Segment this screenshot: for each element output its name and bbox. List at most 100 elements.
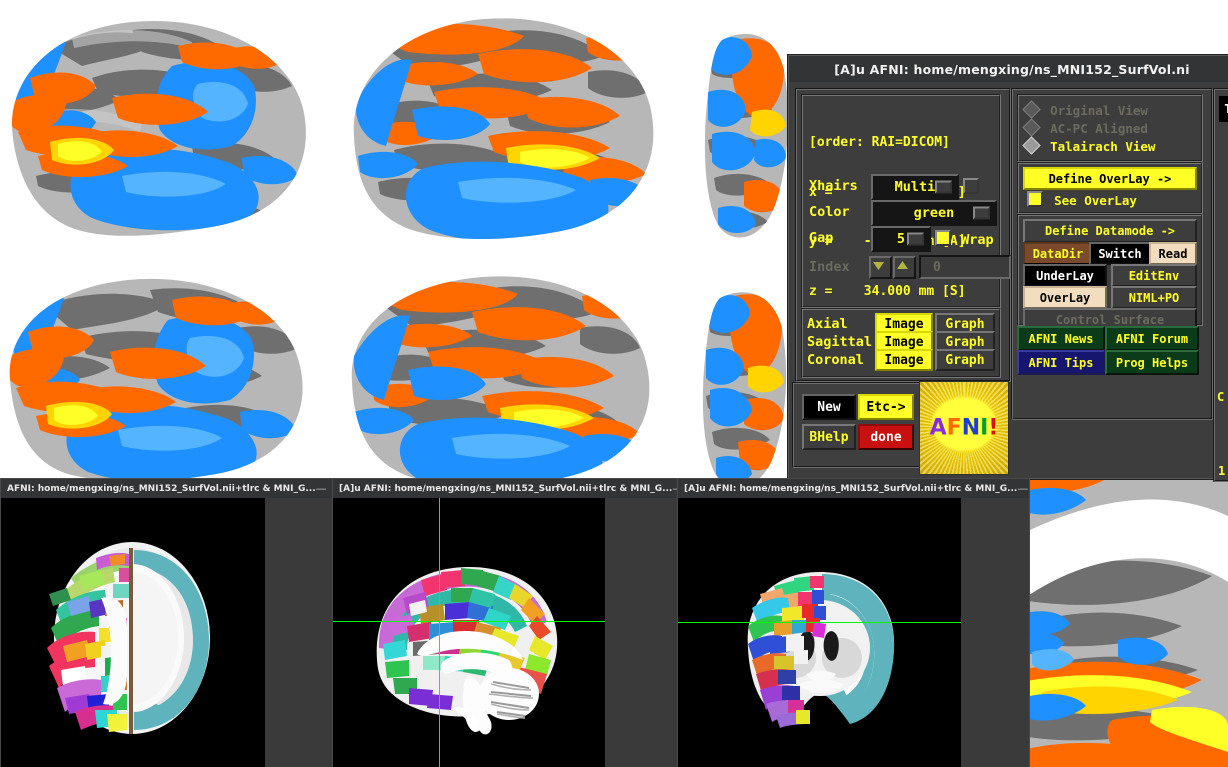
axial-title-text: AFNI: home/mengxing/ns_MNI152_SurfVol.ni… <box>7 483 316 494</box>
axial-window-buttons[interactable]: — ✕ <box>316 482 332 495</box>
index-value: 0 <box>933 259 941 275</box>
surface-bottom-right[interactable] <box>1022 430 1228 767</box>
color-option-menu[interactable]: green <box>871 200 997 226</box>
afni-window-title: [A]u AFNI: home/mengxing/ns_MNI152_SurfV… <box>789 56 1228 82</box>
coronal-image-canvas[interactable] <box>678 498 961 767</box>
coronal-window-buttons[interactable]: — □ ✕ <box>1017 482 1029 495</box>
see-overlay-label: See OverLay <box>1054 193 1137 208</box>
etc-button[interactable]: Etc-> <box>858 394 914 420</box>
coord-order-line: [order: RAI=DICOM] <box>809 135 950 150</box>
surface-left-lateral-bottom[interactable] <box>0 268 322 483</box>
cutoff-number: 1 <box>1218 464 1226 478</box>
radio-diamond-icon <box>1022 100 1041 119</box>
checkbox-icon <box>935 230 951 246</box>
afni-right-cutoff-panel: T C 1 <box>1213 88 1228 482</box>
radio-diamond-icon <box>1022 136 1041 155</box>
datamode-panel: Define Datamode -> DataDir Switch Read U… <box>1017 214 1203 331</box>
afni-right-group: Original View AC-PC Aligned Talairach Vi… <box>1011 88 1213 420</box>
index-down-arrow[interactable] <box>869 256 892 279</box>
bhelp-button[interactable]: BHelp <box>802 424 856 450</box>
axial-image-canvas[interactable] <box>1 498 265 767</box>
index-label: Index <box>809 259 850 275</box>
screen: [A]u AFNI: home/mengxing/ns_MNI152_SurfV… <box>0 0 1228 767</box>
underlay-button[interactable]: UnderLay <box>1023 264 1107 287</box>
surface-left-lateral-top[interactable] <box>0 8 322 243</box>
checkbox-icon <box>963 178 979 194</box>
view-mode-label: AC-PC Aligned <box>1050 121 1148 136</box>
index-up-arrow[interactable] <box>893 256 916 279</box>
gap-value: 5 <box>896 231 906 247</box>
checkbox-icon <box>1027 191 1043 207</box>
coord-xhair-panel: [order: RAI=DICOM] x = 4.000 mm [L] y = … <box>801 94 1011 308</box>
cutoff-label: T <box>1219 96 1228 122</box>
view-mode-label: Original View <box>1050 103 1148 118</box>
afni-news-button[interactable]: AFNI News <box>1017 326 1105 351</box>
see-overlay-checkbox[interactable]: See OverLay <box>1027 190 1137 209</box>
define-overlay-button[interactable]: Define OverLay -> <box>1023 167 1197 190</box>
minimize-icon[interactable]: — <box>316 482 327 495</box>
coordinate-readout: [order: RAI=DICOM] x = 4.000 mm [L] y = … <box>809 102 1002 299</box>
read-button[interactable]: Read <box>1149 242 1197 265</box>
surface-left-medial-top[interactable] <box>338 6 668 246</box>
afni-bottom-left-group: New Etc-> BHelp done <box>792 382 924 468</box>
view-mode-panel: Original View AC-PC Aligned Talairach Vi… <box>1017 94 1203 162</box>
coord-z-line: z = 34.000 mm [S] <box>809 283 966 299</box>
datadir-button[interactable]: DataDir <box>1023 242 1093 265</box>
coronal-image-button[interactable]: Image <box>875 349 933 371</box>
image-window-axial[interactable]: AFNI: home/mengxing/ns_MNI152_SurfVol.ni… <box>0 478 333 767</box>
image-window-sagittal[interactable]: [A]u AFNI: home/mengxing/ns_MNI152_SurfV… <box>332 478 678 767</box>
help-button-panel: AFNI News AFNI Forum AFNI Tips Prog Help… <box>1017 326 1205 386</box>
view-mode-acpc[interactable]: AC-PC Aligned <box>1022 118 1148 137</box>
coronal-window-title: [A]u AFNI: home/mengxing/ns_MNI152_SurfV… <box>678 479 1029 498</box>
prog-helps-button[interactable]: Prog Helps <box>1105 350 1199 375</box>
xhairs-option-menu[interactable]: Multi <box>871 174 959 200</box>
afni-tips-button[interactable]: AFNI Tips <box>1017 350 1105 375</box>
wrap-label: Wrap <box>961 232 994 248</box>
sagittal-window-title: [A]u AFNI: home/mengxing/ns_MNI152_SurfV… <box>333 479 677 498</box>
gap-option-menu[interactable]: 5 <box>871 226 931 252</box>
switch-button[interactable]: Switch <box>1089 242 1151 265</box>
xhairs-label: Xhairs <box>809 178 858 194</box>
minimize-icon[interactable]: — <box>1017 482 1028 495</box>
view-mode-label: Talairach View <box>1050 139 1156 154</box>
sagittal-image-canvas[interactable] <box>333 498 605 767</box>
view-launch-panel: Axial Image Graph Sagittal Image Graph C… <box>801 308 1001 378</box>
surface-occipital-top[interactable] <box>692 22 802 248</box>
define-datamode-button[interactable]: Define Datamode -> <box>1023 219 1197 243</box>
logo-text: AFNI! <box>929 415 999 441</box>
sagittal-title-text: [A]u AFNI: home/mengxing/ns_MNI152_SurfV… <box>339 483 673 494</box>
sagittal-crosshair-horizontal <box>333 621 605 622</box>
view-row-label-sagittal: Sagittal <box>807 334 873 350</box>
view-row-label-coronal: Coronal <box>807 352 864 368</box>
gap-label: Gap <box>809 230 834 246</box>
coronal-graph-button[interactable]: Graph <box>935 349 995 371</box>
axial-window-title: AFNI: home/mengxing/ns_MNI152_SurfVol.ni… <box>1 479 332 498</box>
image-window-coronal[interactable]: [A]u AFNI: home/mengxing/ns_MNI152_SurfV… <box>677 478 1030 767</box>
surface-occipital-bottom[interactable] <box>690 282 800 497</box>
view-mode-talairach[interactable]: Talairach View <box>1022 136 1156 155</box>
color-label: Color <box>809 204 850 220</box>
radio-diamond-icon <box>1022 118 1041 137</box>
coronal-crosshair-horizontal <box>678 622 961 623</box>
afni-left-group: [order: RAI=DICOM] x = 4.000 mm [L] y = … <box>795 88 1011 382</box>
overlay-button[interactable]: OverLay <box>1023 286 1107 309</box>
xhairs-value: Multi <box>894 179 936 195</box>
chevron-down-icon <box>935 180 952 194</box>
editenv-button[interactable]: EditEnv <box>1111 264 1197 287</box>
done-button[interactable]: done <box>858 424 914 450</box>
afni-forum-button[interactable]: AFNI Forum <box>1105 326 1199 351</box>
coronal-title-text: [A]u AFNI: home/mengxing/ns_MNI152_SurfV… <box>684 483 1018 494</box>
chevron-down-icon <box>973 206 990 220</box>
overlay-panel: Define OverLay -> See OverLay <box>1017 162 1203 214</box>
sagittal-crosshair-vertical <box>439 498 440 767</box>
chevron-down-icon <box>907 232 924 246</box>
view-mode-original[interactable]: Original View <box>1022 100 1148 119</box>
niml-po-button[interactable]: NIML+PO <box>1111 286 1197 309</box>
cutoff-glyph: C <box>1217 390 1225 404</box>
color-value: green <box>913 205 955 221</box>
afni-logo[interactable]: AFNI! <box>919 381 1009 475</box>
wrap-checkbox[interactable]: Wrap <box>935 229 994 248</box>
new-button[interactable]: New <box>802 394 856 420</box>
surface-left-medial-bottom[interactable] <box>336 266 666 486</box>
index-field[interactable]: 0 <box>919 255 1011 279</box>
